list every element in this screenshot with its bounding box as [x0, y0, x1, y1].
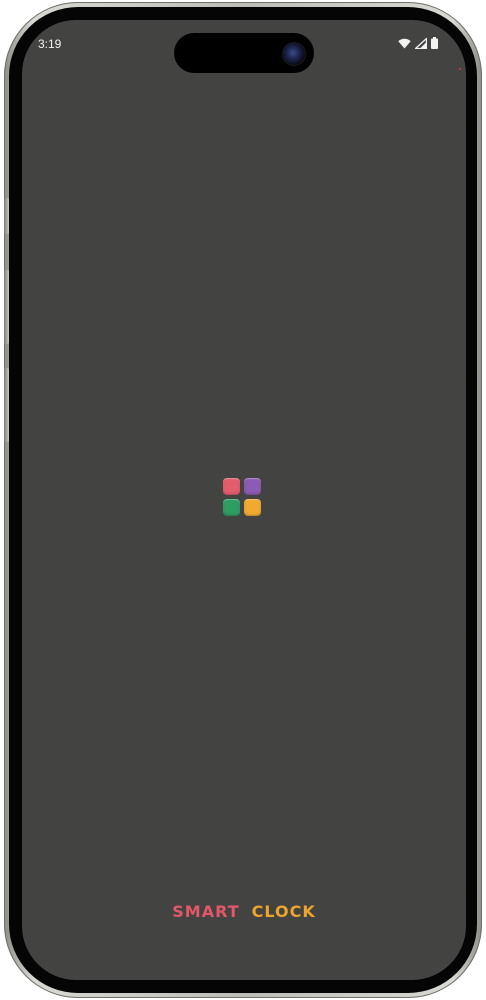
- app-grid-logo-icon: [223, 478, 265, 520]
- brand-word-smart: SMART: [172, 902, 240, 921]
- status-time: 3:19: [38, 37, 62, 51]
- brand-wordmark: SMART CLOCK: [22, 902, 466, 921]
- brand-word-clock: CLOCK: [251, 902, 316, 921]
- logo-tile-orange: [244, 499, 261, 516]
- status-bar: 3:19: [22, 20, 466, 73]
- battery-icon: [431, 36, 438, 54]
- front-camera-icon: [282, 42, 306, 66]
- dynamic-island: [174, 33, 314, 73]
- wifi-icon: [398, 36, 411, 54]
- status-icons: [398, 36, 438, 54]
- app-screen: 3:19 SMART CLOCK: [22, 20, 466, 980]
- cellular-signal-icon: [413, 36, 428, 54]
- logo-tile-green: [223, 499, 240, 516]
- logo-tile-purple: [244, 478, 261, 495]
- logo-tile-red: [223, 478, 240, 495]
- status-indicator-dot: [459, 68, 461, 70]
